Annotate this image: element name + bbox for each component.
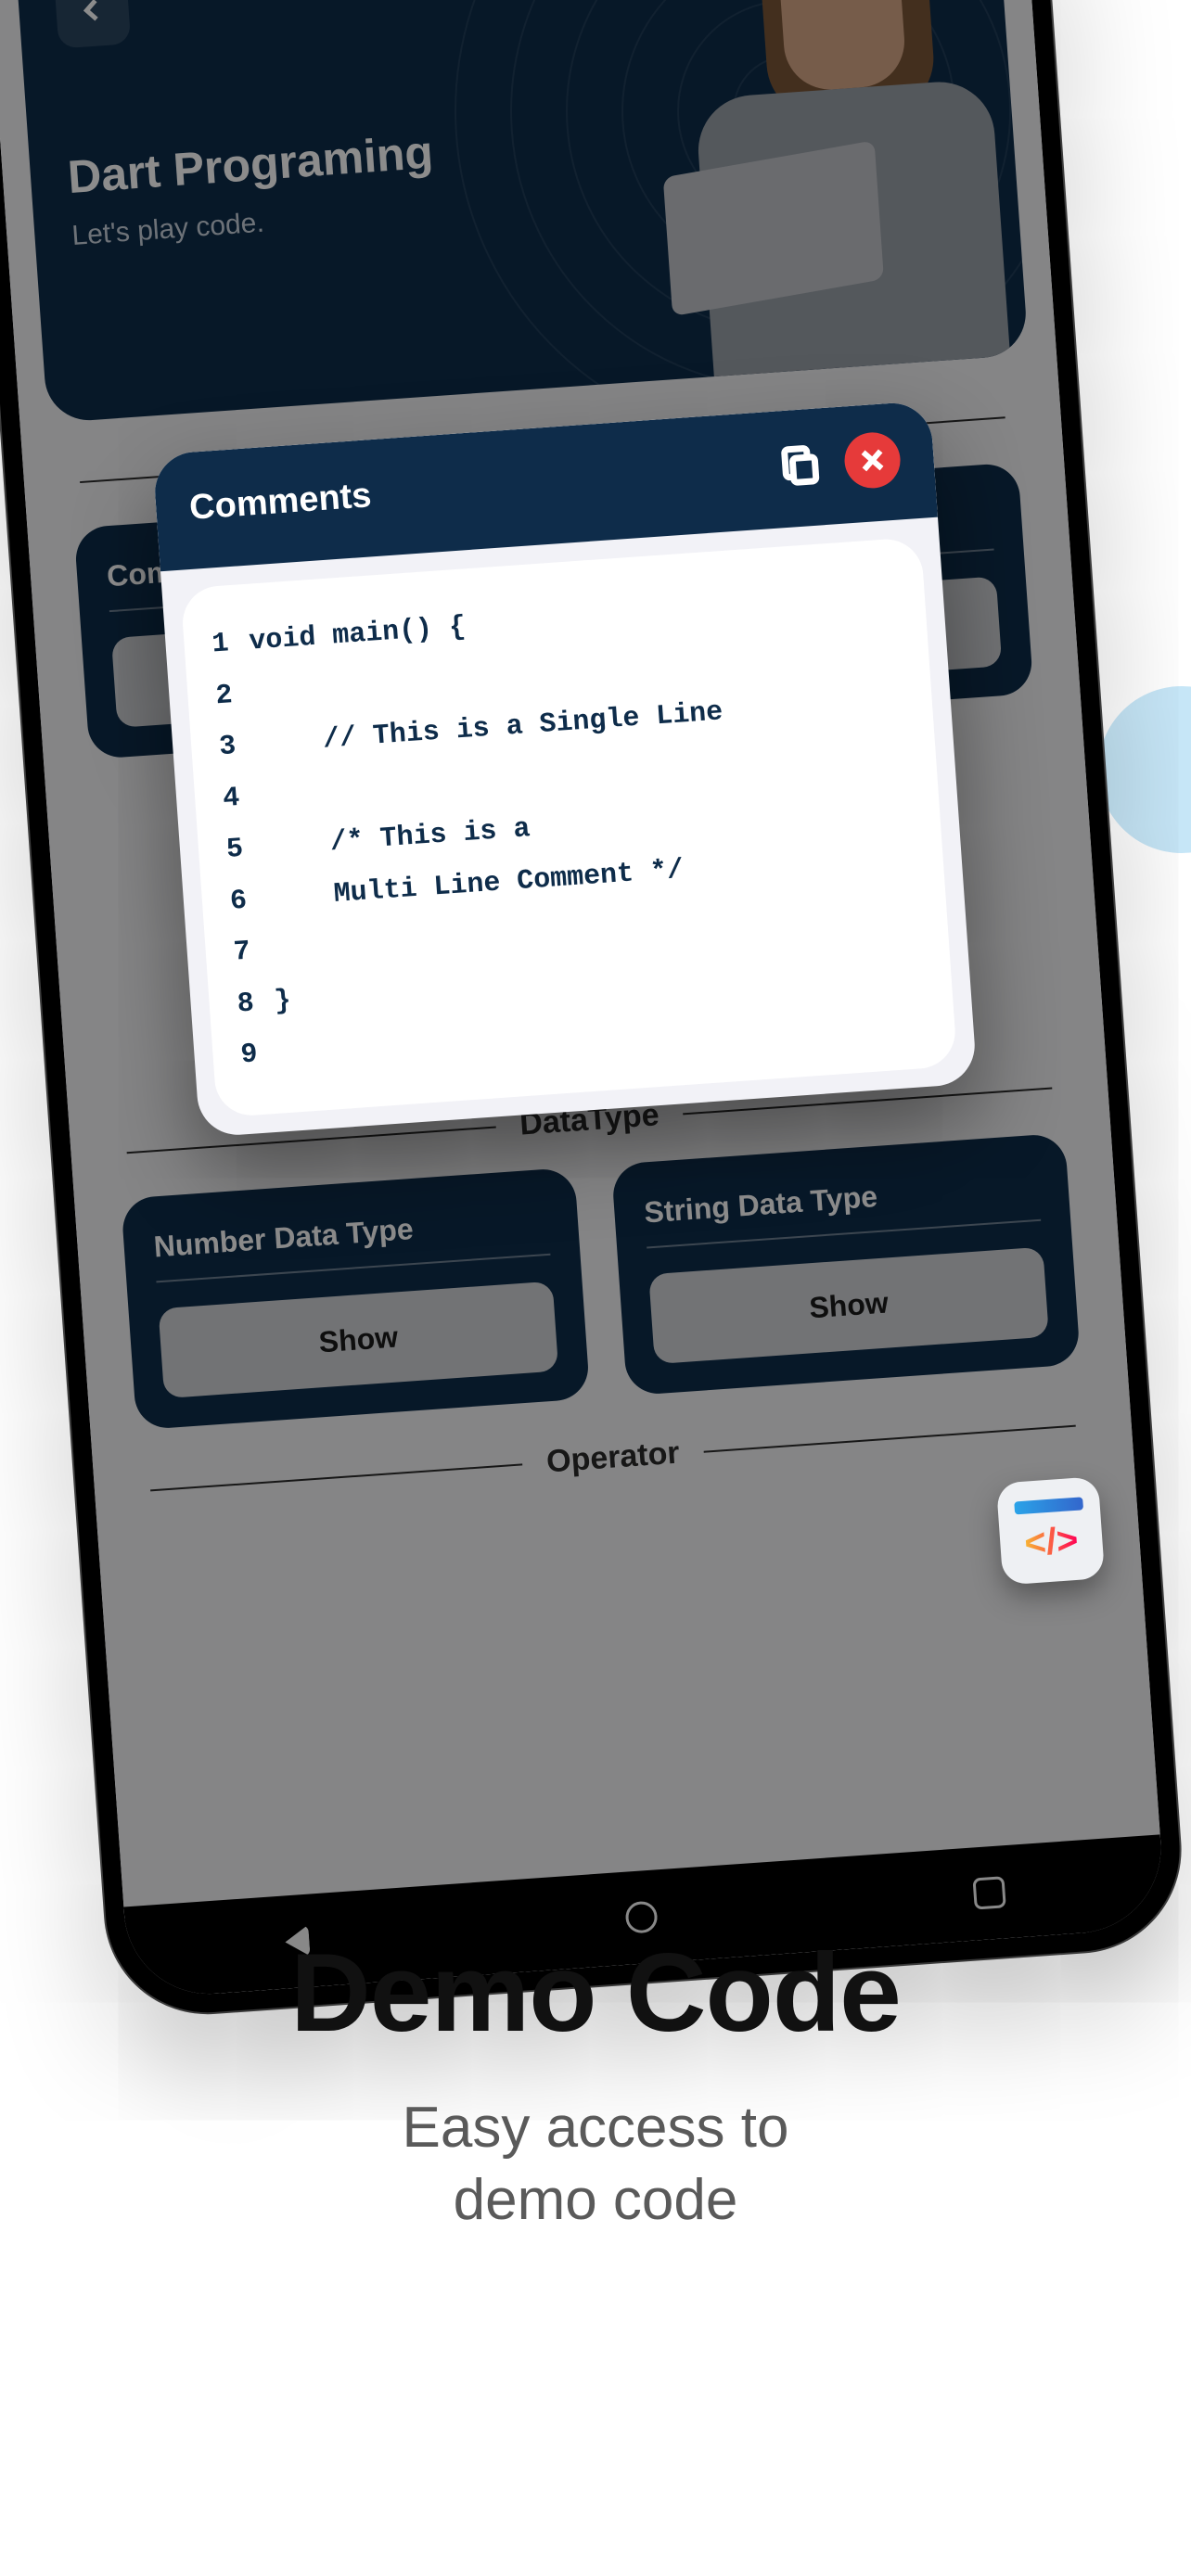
close-button[interactable] xyxy=(843,430,903,490)
marketing-sub-line2: demo code xyxy=(454,2168,738,2232)
nav-recent-icon[interactable] xyxy=(972,1876,1005,1909)
floating-code-button[interactable]: </> xyxy=(996,1476,1105,1585)
marketing-headline: Demo Code xyxy=(0,1929,1191,2057)
code-icon: </> xyxy=(1023,1519,1080,1564)
code-line xyxy=(258,772,262,823)
code-modal: Comments 1void main() { 2 3 // This is a… xyxy=(152,401,977,1137)
copy-icon xyxy=(776,441,824,489)
marketing-copy: Demo Code Easy access to demo code xyxy=(0,1929,1191,2236)
phone-screen: 10:25 Dart Programing Let's play code. xyxy=(0,0,1167,1999)
decorative-blob xyxy=(1098,686,1191,853)
copy-button[interactable] xyxy=(776,441,824,489)
phone-frame: 10:25 Dart Programing Let's play code. xyxy=(0,0,1186,2020)
code-line xyxy=(276,1028,280,1079)
code-line: } xyxy=(273,976,293,1028)
code-line xyxy=(251,669,255,720)
modal-title: Comments xyxy=(188,449,758,529)
marketing-sub-line1: Easy access to xyxy=(403,2096,789,2160)
code-block: 1void main() { 2 3 // This is a Single L… xyxy=(180,537,957,1117)
code-line xyxy=(269,925,273,976)
close-icon xyxy=(856,444,888,476)
